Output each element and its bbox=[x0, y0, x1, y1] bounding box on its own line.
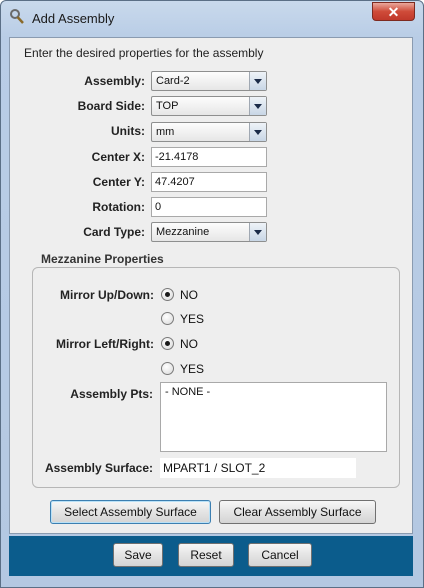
center-y-field[interactable]: 47.4207 bbox=[151, 172, 267, 192]
mirror-leftright-yes-radio[interactable] bbox=[161, 362, 174, 375]
board-side-select-value: TOP bbox=[156, 100, 179, 112]
card-type-select-value: Mezzanine bbox=[156, 226, 210, 238]
board-side-label: Board Side: bbox=[77, 99, 145, 113]
center-x-field[interactable]: -21.4178 bbox=[151, 147, 267, 167]
assembly-pts-label: Assembly Pts: bbox=[70, 387, 153, 401]
assembly-surface-value: MPART1 / SLOT_2 bbox=[160, 458, 356, 478]
chevron-down-icon[interactable] bbox=[249, 72, 266, 90]
mirror-updown-yes-radio[interactable] bbox=[161, 312, 174, 325]
close-button[interactable]: ✕ bbox=[372, 2, 415, 21]
assembly-label: Assembly: bbox=[84, 74, 145, 88]
mirror-updown-label: Mirror Up/Down: bbox=[60, 288, 154, 302]
rotation-label: Rotation: bbox=[92, 200, 145, 214]
mirror-leftright-label: Mirror Left/Right: bbox=[56, 337, 154, 351]
mezzanine-group-title: Mezzanine Properties bbox=[41, 252, 164, 266]
chevron-down-icon[interactable] bbox=[249, 97, 266, 115]
mirror-updown-no-label: NO bbox=[180, 288, 198, 302]
mirror-leftright-no-radio[interactable] bbox=[161, 337, 174, 350]
select-assembly-surface-button[interactable]: Select Assembly Surface bbox=[50, 500, 211, 524]
clear-assembly-surface-button[interactable]: Clear Assembly Surface bbox=[219, 500, 376, 524]
units-label: Units: bbox=[111, 124, 145, 138]
mirror-updown-yes-label: YES bbox=[180, 312, 205, 326]
dialog-content: Enter the desired properties for the ass… bbox=[9, 37, 413, 534]
card-type-label: Card Type: bbox=[83, 225, 145, 239]
reset-button[interactable]: Reset bbox=[178, 543, 234, 567]
save-button[interactable]: Save bbox=[113, 543, 163, 567]
chevron-down-icon[interactable] bbox=[249, 123, 266, 141]
cancel-button[interactable]: Cancel bbox=[248, 543, 312, 567]
rotation-field[interactable]: 0 bbox=[151, 197, 267, 217]
center-x-label: Center X: bbox=[91, 150, 145, 164]
units-select[interactable]: mm bbox=[151, 122, 267, 142]
board-side-select[interactable]: TOP bbox=[151, 96, 267, 116]
window-title: Add Assembly bbox=[32, 11, 115, 26]
assembly-surface-label: Assembly Surface: bbox=[44, 461, 153, 475]
mirror-leftright-no-label: NO bbox=[180, 337, 198, 351]
add-assembly-dialog: Add Assembly ✕ Enter the desired propert… bbox=[0, 0, 424, 588]
footer-bar: Save Reset Cancel bbox=[9, 536, 413, 576]
center-y-label: Center Y: bbox=[92, 175, 145, 189]
units-select-value: mm bbox=[156, 126, 175, 138]
app-icon bbox=[10, 9, 24, 24]
assembly-select-value: Card-2 bbox=[156, 75, 190, 87]
title-bar: Add Assembly ✕ bbox=[1, 1, 423, 35]
card-type-select[interactable]: Mezzanine bbox=[151, 222, 267, 242]
chevron-down-icon[interactable] bbox=[249, 223, 266, 241]
mirror-updown-no-radio[interactable] bbox=[161, 288, 174, 301]
intro-text: Enter the desired properties for the ass… bbox=[24, 46, 264, 60]
mirror-leftright-yes-label: YES bbox=[180, 362, 205, 376]
assembly-select[interactable]: Card-2 bbox=[151, 71, 267, 91]
assembly-pts-textarea[interactable]: - NONE - bbox=[160, 382, 387, 452]
